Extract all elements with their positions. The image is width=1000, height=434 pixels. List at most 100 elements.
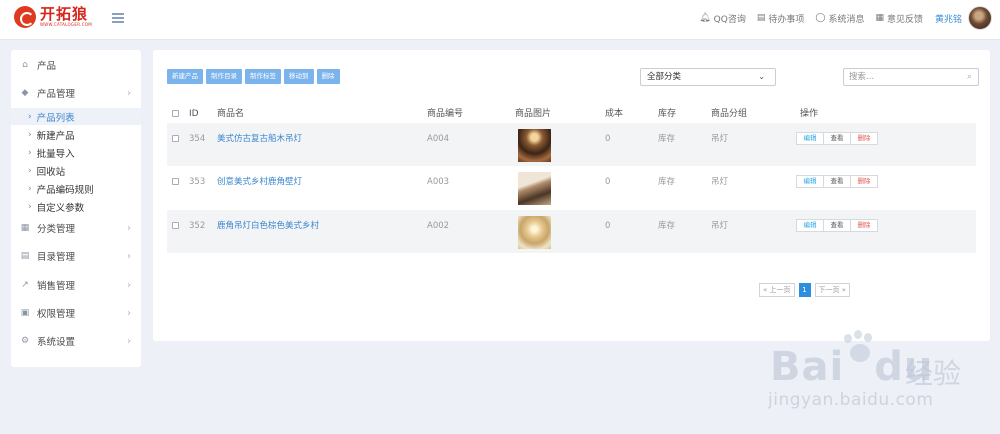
row-name-link[interactable]: 创意美式乡村鹿角壁灯 [217, 176, 302, 188]
chevron-right-icon: › [127, 335, 131, 347]
row-group: 吊灯 [711, 177, 729, 187]
row-actions: 编辑 查看 删除 [796, 219, 878, 232]
tags-icon: ◆ [21, 88, 29, 98]
row-checkbox[interactable] [172, 178, 179, 185]
prev-page-label: 上一页 [769, 286, 791, 294]
product-image[interactable] [518, 172, 551, 205]
sidebar-item-label: 产品管理 [37, 89, 76, 100]
edit-button[interactable]: 编辑 [796, 219, 824, 232]
cog-icon: ⚙ [20, 336, 30, 346]
row-checkbox[interactable] [172, 135, 179, 142]
row-checkbox[interactable] [172, 222, 179, 229]
page-1-button[interactable]: 1 [798, 283, 811, 297]
system-message-link[interactable]: ◯ 系统消息 [815, 12, 864, 25]
user-name[interactable]: 黄兆铭 [935, 12, 962, 25]
sidebar-subitem-label: 自定义参数 [36, 202, 85, 214]
row-stock: 库存 [658, 177, 676, 187]
sidebar-subitem-code-rules[interactable]: › 产品编码规则 [11, 180, 141, 197]
sidebar-subitem-label: 回收站 [36, 166, 66, 178]
logo-name: 开拓狼 [40, 5, 89, 23]
category-select[interactable]: 全部分类 ⌄ [640, 68, 776, 86]
sidebar-subitem-custom-params[interactable]: › 自定义参数 [11, 198, 141, 215]
view-button[interactable]: 查看 [823, 219, 851, 232]
row-name-link[interactable]: 鹿角吊灯白色棕色美式乡村 [217, 220, 319, 232]
edit-button[interactable]: 编辑 [796, 132, 824, 145]
logo-mark-icon [14, 6, 36, 28]
category-select-value: 全部分类 [647, 72, 682, 82]
move-to-button[interactable]: 移动到 [284, 69, 314, 84]
product-image[interactable] [518, 216, 551, 249]
paw-icon [838, 330, 878, 370]
new-product-button[interactable]: 新建产品 [167, 69, 203, 84]
watermark-jingyan: 经验 [905, 357, 962, 390]
delete-row-button[interactable]: 删除 [850, 132, 878, 145]
chevron-right-icon: › [127, 222, 131, 234]
todo-link[interactable]: ▤ 待办事项 [757, 12, 805, 25]
prev-page-button[interactable]: « 上一页 [759, 283, 795, 297]
top-bar: 开拓狼 WWW.CATALOGER.COM 🔔︎ QQ咨询 ▤ 待办事项 ◯ 系… [0, 0, 1000, 40]
system-message-label: 系统消息 [828, 14, 865, 25]
row-code: A002 [427, 221, 450, 231]
sidebar-item-permission-management[interactable]: ▣ 权限管理 › [11, 303, 141, 323]
lock-icon: ▣ [20, 308, 30, 318]
pagination: « 上一页 1 下一页 » [759, 283, 854, 297]
sidebar-subitem-new-product[interactable]: › 新建产品 [11, 126, 141, 143]
table-header: ID 商品名 商品编号 商品图片 成本 库存 商品分组 操作 [167, 106, 976, 122]
row-group: 吊灯 [711, 134, 729, 144]
sidebar-item-sales-management[interactable]: ↗ 销售管理 › [11, 275, 141, 295]
calendar-icon: ▦ [875, 13, 884, 23]
table-icon: ▦ [20, 223, 30, 233]
search-icon: ⌕ [966, 72, 972, 82]
chevron-right-icon: › [28, 165, 32, 176]
row-id: 354 [189, 134, 206, 144]
view-button[interactable]: 查看 [823, 132, 851, 145]
table-row: 353 创意美式乡村鹿角壁灯 A003 0 库存 吊灯 编辑 查看 删除 [167, 166, 976, 209]
sidebar-subitem-batch-import[interactable]: › 批量导入 [11, 144, 141, 161]
sidebar-item-label: 产品 [37, 61, 57, 72]
delete-button[interactable]: 删除 [316, 69, 340, 84]
select-all-checkbox[interactable] [172, 110, 179, 117]
header-group: 商品分组 [711, 109, 748, 119]
make-label-button[interactable]: 制作标签 [245, 69, 281, 84]
row-code: A003 [427, 177, 450, 187]
product-image[interactable] [518, 129, 551, 162]
menu-toggle-icon[interactable] [112, 13, 124, 23]
sidebar-item-label: 权限管理 [37, 309, 76, 320]
sidebar-item-catalog-management[interactable]: ▤ 目录管理 › [11, 246, 141, 266]
avatar[interactable] [968, 6, 992, 30]
sidebar-subitem-recycle-bin[interactable]: › 回收站 [11, 162, 141, 179]
row-stock: 库存 [658, 221, 676, 231]
sidebar-item-system-settings[interactable]: ⚙ 系统设置 › [11, 331, 141, 351]
view-button[interactable]: 查看 [823, 175, 851, 188]
qq-consult-link[interactable]: 🔔︎ QQ咨询 [699, 12, 746, 25]
sidebar-subitem-label: 产品列表 [36, 112, 75, 124]
edit-button[interactable]: 编辑 [796, 175, 824, 188]
sidebar: ⌂ 产品 ◆ 产品管理 › › 产品列表 › 新建产品 › 批量导入 › 回收站… [11, 50, 141, 367]
chevron-right-icon: › [127, 279, 131, 291]
chevron-right-icon: › [28, 183, 32, 194]
row-code: A004 [427, 134, 450, 144]
delete-row-button[interactable]: 删除 [850, 219, 878, 232]
chevron-right-icon: › [127, 307, 131, 319]
sidebar-item-category-management[interactable]: ▦ 分类管理 › [11, 218, 141, 238]
sidebar-item-product-management[interactable]: ◆ 产品管理 › [11, 83, 141, 103]
header-name: 商品名 [217, 109, 245, 119]
feedback-link[interactable]: ▦ 意见反馈 [875, 12, 923, 25]
chart-line-icon: ↗ [21, 280, 29, 290]
clipboard-icon: ▤ [756, 13, 766, 23]
delete-row-button[interactable]: 删除 [850, 175, 878, 188]
chevron-right-icon: › [127, 87, 131, 99]
header-code: 商品编号 [427, 109, 464, 119]
make-catalog-button[interactable]: 制作目录 [206, 69, 242, 84]
sidebar-item-product[interactable]: ⌂ 产品 [11, 55, 141, 75]
home-icon: ⌂ [22, 60, 28, 70]
row-cost: 0 [605, 221, 611, 231]
header-id: ID [189, 109, 199, 119]
sidebar-item-label: 分类管理 [37, 224, 76, 235]
row-name-link[interactable]: 美式仿古复古船木吊灯 [217, 133, 302, 145]
sidebar-subitem-product-list[interactable]: › 产品列表 [11, 108, 141, 125]
row-cost: 0 [605, 134, 611, 144]
logo[interactable]: 开拓狼 WWW.CATALOGER.COM [14, 6, 92, 28]
next-page-button[interactable]: 下一页 » [814, 283, 851, 297]
search-input[interactable]: 搜索... ⌕ [843, 68, 979, 86]
